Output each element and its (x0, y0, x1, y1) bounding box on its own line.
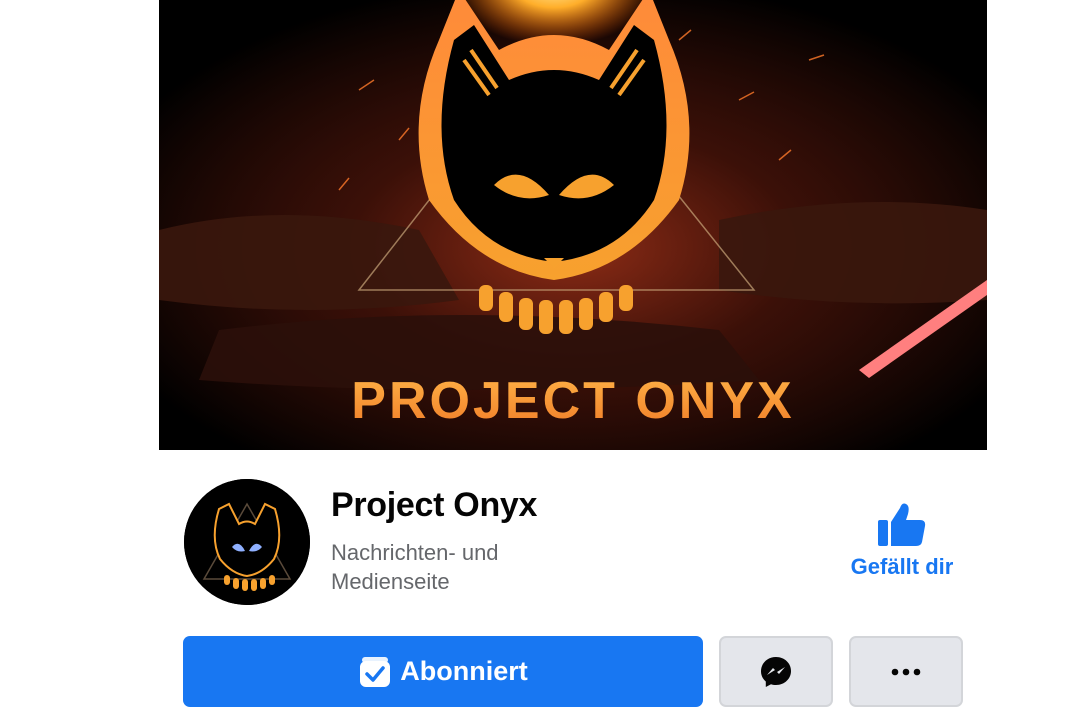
page-title: Project Onyx (331, 486, 538, 524)
page-category: Nachrichten- und Medienseite (331, 540, 499, 594)
subscribed-button[interactable]: Abonniert (183, 636, 703, 707)
cover-banner-text: PROJECT ONYX (351, 372, 794, 430)
subscribed-label: Abonniert (400, 656, 528, 686)
page-header: PROJECT ONYX Project Onyx Nachrichten- u… (0, 0, 1067, 711)
subscribed-check-icon (358, 655, 392, 689)
more-options-button[interactable] (849, 636, 963, 707)
like-label: Gefällt dir (850, 554, 954, 579)
message-button[interactable] (719, 636, 833, 707)
more-dots-icon (891, 668, 921, 675)
thumbs-up-icon (878, 503, 926, 546)
like-button[interactable]: Gefällt dir (832, 500, 972, 580)
cover-photo[interactable]: PROJECT ONYX (159, 0, 987, 450)
messenger-icon (761, 656, 791, 687)
avatar[interactable] (184, 479, 310, 605)
